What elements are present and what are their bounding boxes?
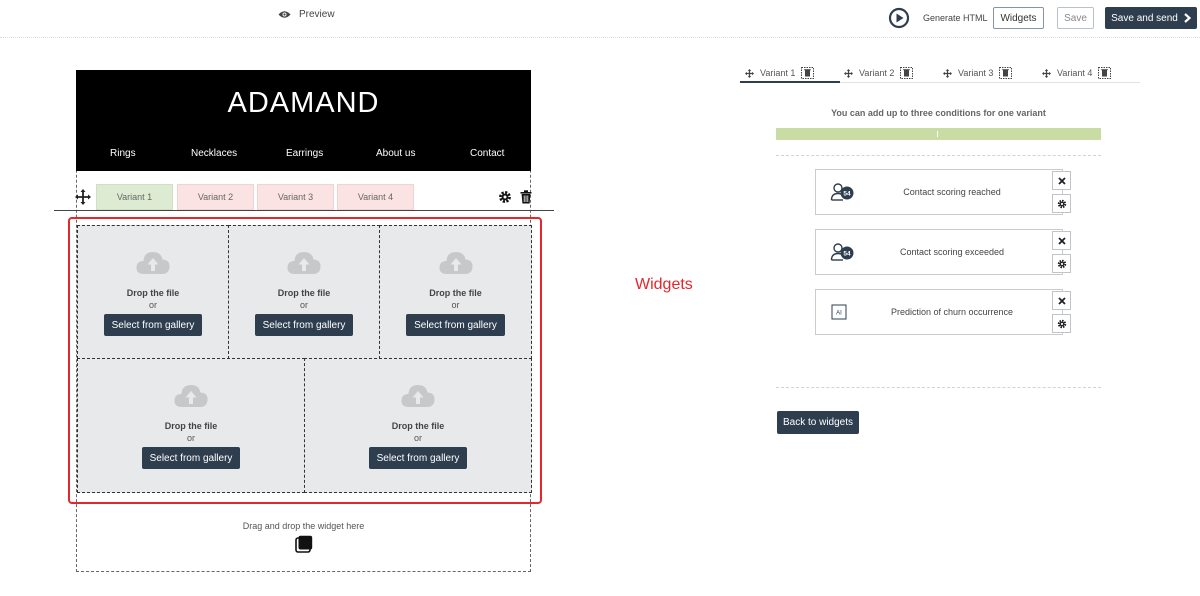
- active-tab-indicator: [740, 81, 840, 83]
- move-icon[interactable]: [75, 189, 91, 205]
- condition-card[interactable]: 54 Contact scoring exceeded: [815, 229, 1063, 275]
- gear-icon[interactable]: [498, 190, 512, 204]
- nav-link-about-us[interactable]: About us: [376, 148, 415, 159]
- variant-tab-3[interactable]: Variant 3: [257, 184, 334, 210]
- move-icon: [1042, 68, 1051, 78]
- variant-tab-4[interactable]: Variant 4: [337, 184, 414, 210]
- brand-title: ADAMAND: [227, 87, 380, 119]
- condition-label: Contact scoring reached: [903, 187, 1001, 197]
- nav-link-earrings[interactable]: Earrings: [286, 148, 323, 159]
- save-and-send-label: Save and send: [1111, 12, 1178, 24]
- right-variant-tab-label: Variant 3: [958, 68, 994, 78]
- trash-icon[interactable]: [999, 67, 1013, 79]
- condition-settings-button[interactable]: [1052, 194, 1071, 213]
- trash-icon[interactable]: [520, 190, 532, 204]
- move-icon: [943, 68, 952, 78]
- eye-icon: [278, 11, 291, 18]
- widgets-annotation: Widgets: [635, 276, 693, 293]
- condition-card[interactable]: 54 Contact scoring reached: [815, 169, 1063, 215]
- generate-html-link[interactable]: Generate HTML: [923, 13, 988, 23]
- trash-icon[interactable]: [1098, 67, 1112, 79]
- chevron-right-icon: [1184, 13, 1191, 23]
- trash-icon[interactable]: [900, 67, 914, 79]
- condition-card[interactable]: AI Prediction of churn occurrence: [815, 289, 1063, 335]
- variant-tab-2[interactable]: Variant 2: [177, 184, 254, 210]
- right-variant-tab-label: Variant 1: [760, 68, 796, 78]
- gear-icon: [1057, 319, 1066, 328]
- move-icon: [844, 68, 853, 78]
- conditions-hint: You can add up to three conditions for o…: [831, 108, 1046, 118]
- close-icon: [1057, 236, 1066, 245]
- condition-settings-button[interactable]: [1052, 314, 1071, 333]
- right-variant-tab-2[interactable]: Variant 2: [844, 64, 914, 82]
- remove-condition-button[interactable]: [1052, 171, 1071, 190]
- score-badge: 54: [843, 250, 851, 257]
- remove-condition-button[interactable]: [1052, 231, 1071, 250]
- gear-icon: [1057, 199, 1066, 208]
- highlight-frame: [68, 217, 542, 504]
- ai-icon: AI: [831, 304, 847, 320]
- gear-icon: [1057, 259, 1066, 268]
- close-icon: [1057, 296, 1066, 305]
- user-score-icon: 54: [830, 243, 854, 261]
- save-button[interactable]: Save: [1057, 7, 1094, 29]
- preview-button[interactable]: Preview: [278, 9, 335, 20]
- nav-link-rings[interactable]: Rings: [110, 148, 136, 159]
- ai-badge: AI: [836, 311, 842, 317]
- variant-tabs-underline: [54, 210, 554, 211]
- user-score-icon: 54: [830, 183, 854, 201]
- back-to-widgets-button[interactable]: Back to widgets: [777, 411, 859, 434]
- drag-drop-hint: Drag and drop the widget here: [242, 521, 365, 531]
- right-variant-tab-4[interactable]: Variant 4: [1042, 64, 1112, 82]
- preview-label: Preview: [299, 9, 335, 20]
- move-icon: [745, 68, 754, 78]
- condition-label: Prediction of churn occurrence: [890, 307, 1014, 317]
- condition-label: Contact scoring exceeded: [899, 247, 1005, 257]
- right-variant-tab-3[interactable]: Variant 3: [943, 64, 1013, 82]
- copy-widget-icon[interactable]: [295, 535, 313, 553]
- condition-settings-button[interactable]: [1052, 254, 1071, 273]
- nav-link-necklaces[interactable]: Necklaces: [191, 148, 237, 159]
- trash-icon[interactable]: [801, 67, 815, 79]
- variant-tab-1[interactable]: Variant 1: [96, 184, 173, 210]
- conditions-progress-bar: [776, 128, 1101, 140]
- progress-bar-marker: [937, 131, 938, 137]
- widgets-button[interactable]: Widgets: [993, 7, 1044, 29]
- play-icon[interactable]: [888, 7, 910, 29]
- save-and-send-button[interactable]: Save and send: [1105, 7, 1197, 29]
- right-variant-tab-label: Variant 2: [859, 68, 895, 78]
- nav-link-contact[interactable]: Contact: [470, 148, 504, 159]
- right-variant-tab-label: Variant 4: [1057, 68, 1093, 78]
- remove-condition-button[interactable]: [1052, 291, 1071, 310]
- right-variant-tab-1[interactable]: Variant 1: [745, 64, 815, 82]
- close-icon: [1057, 176, 1066, 185]
- score-badge: 54: [843, 190, 851, 197]
